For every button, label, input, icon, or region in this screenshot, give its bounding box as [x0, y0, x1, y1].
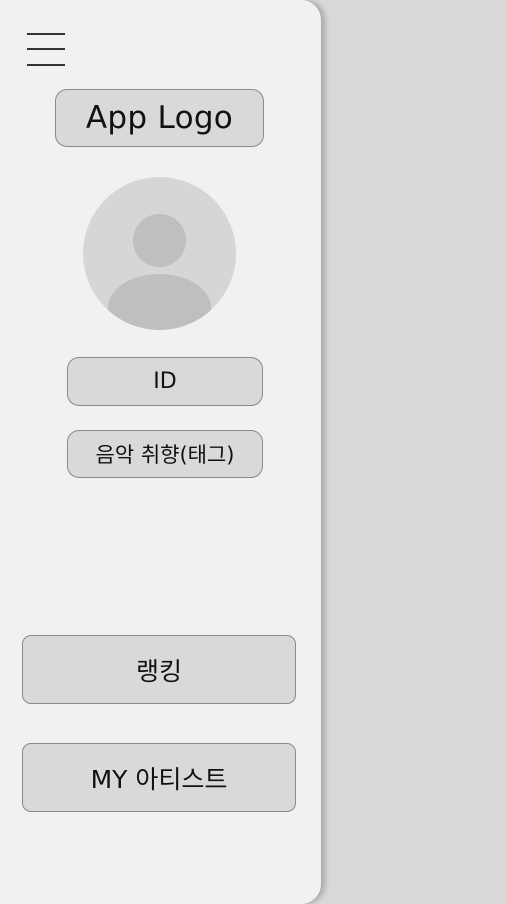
ranking-button[interactable]: 랭킹 — [22, 635, 296, 704]
app-screen: App Logo ID 음악 취향(태그) 랭킹 MY 아티스트 — [0, 0, 506, 904]
user-id-label: ID — [67, 357, 263, 406]
user-avatar-icon[interactable] — [83, 177, 236, 330]
avatar-body — [108, 274, 211, 330]
app-logo: App Logo — [55, 89, 264, 147]
menu-line — [27, 48, 65, 50]
side-drawer: App Logo ID 음악 취향(태그) 랭킹 MY 아티스트 — [0, 0, 321, 904]
avatar-head — [133, 214, 186, 267]
my-artist-button[interactable]: MY 아티스트 — [22, 743, 296, 812]
menu-line — [27, 64, 65, 66]
menu-line — [27, 33, 65, 35]
music-taste-tags[interactable]: 음악 취향(태그) — [67, 430, 263, 478]
hamburger-menu-icon[interactable] — [27, 32, 65, 66]
